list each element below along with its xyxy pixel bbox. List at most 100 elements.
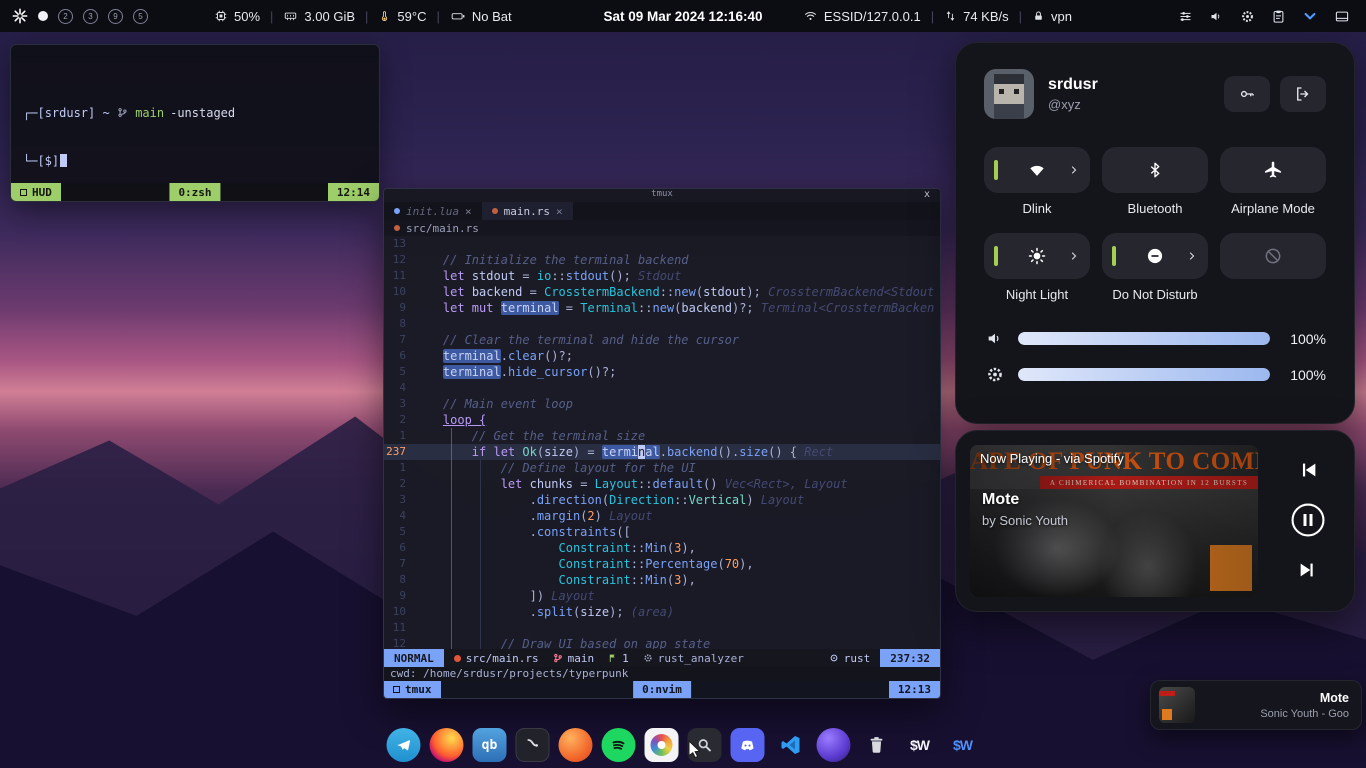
volume-fill xyxy=(1018,332,1270,345)
bluetooth-cell: Bluetooth xyxy=(1102,147,1208,217)
workspace-indicator-2[interactable]: 3 xyxy=(83,9,98,24)
tmux-session-badge[interactable]: tmux xyxy=(384,681,441,698)
tmux-clock: 12:13 xyxy=(898,683,931,696)
thermometer-icon xyxy=(378,9,391,23)
dnd-cell: Do Not Disturb xyxy=(1102,233,1208,303)
distro-logo-icon[interactable] xyxy=(12,8,28,24)
dock-item-qutebrowser[interactable]: qb xyxy=(473,728,507,762)
dock-item-trash[interactable] xyxy=(860,728,894,762)
hud-badge[interactable]: HUD xyxy=(11,183,61,201)
floating-terminal-window[interactable]: ┌─[srdusr] ~ main-unstaged └─[$] -- INSE… xyxy=(10,44,380,202)
git-branch-icon xyxy=(117,107,128,118)
chevron-right-icon[interactable] xyxy=(1068,164,1080,176)
mouse-pointer xyxy=(688,740,703,758)
volume-slider-row: 100% xyxy=(984,329,1326,348)
dock-item-vscode[interactable] xyxy=(774,728,808,762)
workspace-indicator-1[interactable]: 2 xyxy=(58,9,73,24)
wifi-stat[interactable]: ESSID/127.0.0.1 xyxy=(803,9,921,24)
dock-item-firefox[interactable] xyxy=(430,728,464,762)
code-editor[interactable]: 1312 // Initialize the terminal backend1… xyxy=(384,236,940,649)
media-notification[interactable]: Mote Sonic Youth - Goo xyxy=(1150,680,1362,730)
dock-item-photos[interactable] xyxy=(645,728,679,762)
dock-item-orange-app[interactable] xyxy=(559,728,593,762)
discord-icon xyxy=(737,734,759,756)
quick-toggles: Dlink Bluetooth Airplane Mode Night Ligh… xyxy=(984,147,1326,303)
chevron-right-icon[interactable] xyxy=(1186,250,1198,262)
indent-guide xyxy=(451,428,452,649)
qutebrowser-icon: qb xyxy=(482,738,498,753)
vpn-stat[interactable]: vpn xyxy=(1032,9,1072,24)
terminal-status-bar: HUD 0:zsh 12:14 xyxy=(11,183,379,201)
trash-icon xyxy=(866,734,888,756)
gear-icon[interactable] xyxy=(1240,9,1255,24)
mixer-icon[interactable] xyxy=(1178,9,1193,24)
logout-button[interactable] xyxy=(1280,76,1326,112)
buffer-tabbar: init.lua × main.rs × xyxy=(384,202,940,220)
wifi-toggle[interactable] xyxy=(984,147,1090,193)
previous-track-button[interactable] xyxy=(1296,459,1320,484)
brightness-value: 100% xyxy=(1282,367,1326,383)
prompt-line-2: └─[$] xyxy=(23,153,367,169)
night-light-icon xyxy=(1027,246,1047,266)
dock-item-spotify[interactable] xyxy=(602,728,636,762)
dock-item-telegram[interactable] xyxy=(387,728,421,762)
statusline-filetype: rust xyxy=(829,652,871,665)
dock-item-discord[interactable] xyxy=(731,728,765,762)
battery-stat: No Bat xyxy=(450,9,512,24)
keyring-button[interactable] xyxy=(1224,76,1270,112)
window-close-button[interactable]: x xyxy=(924,189,930,200)
workspace-indicator-4[interactable]: 5 xyxy=(133,9,148,24)
tab-main-rs[interactable]: main.rs × xyxy=(482,202,573,220)
terminal-cursor xyxy=(60,154,67,167)
temp-value: 59°C xyxy=(397,9,426,24)
workspace-indicator-3[interactable]: 9 xyxy=(108,9,123,24)
photos-icon xyxy=(651,734,673,756)
chevron-down-icon[interactable] xyxy=(1302,9,1318,24)
telegram-icon xyxy=(394,736,413,755)
blocked-circle-icon xyxy=(1263,246,1283,266)
volume-slider[interactable] xyxy=(1018,332,1270,345)
terminal-output: ┌─[srdusr] ~ main-unstaged └─[$] -- INSE… xyxy=(11,45,379,202)
bluetooth-toggle[interactable] xyxy=(1102,147,1208,193)
separator: | xyxy=(436,9,439,24)
dock-item-purple-browser[interactable] xyxy=(817,728,851,762)
wifi-icon xyxy=(803,9,818,23)
avatar-pixel-art xyxy=(984,69,1034,119)
airplane-mode-toggle[interactable] xyxy=(1220,147,1326,193)
tmux-editor-window[interactable]: tmux x init.lua × main.rs × src/main.rs … xyxy=(383,188,941,699)
statusline-filename: src/main.rs xyxy=(466,652,539,665)
vscode-icon xyxy=(779,733,803,757)
tab-close-icon[interactable]: × xyxy=(465,205,472,218)
layout-tray-icon[interactable] xyxy=(1334,9,1350,24)
night-light-toggle[interactable] xyxy=(984,233,1090,279)
next-track-button[interactable] xyxy=(1296,559,1320,584)
dock-item-terminal-app[interactable] xyxy=(516,728,550,762)
zsh-window-badge[interactable]: 0:zsh xyxy=(169,183,220,201)
workspace-active-dot[interactable] xyxy=(38,11,48,21)
night-light-cell: Night Light xyxy=(984,233,1090,303)
editor-statusline: NORMAL src/main.rs main 1 rust_analyzer … xyxy=(384,649,940,667)
prompt-frame: ┌─[ xyxy=(23,106,45,120)
tab-init-lua[interactable]: init.lua × xyxy=(384,202,482,220)
git-branch-icon xyxy=(553,653,563,663)
brightness-slider[interactable] xyxy=(1018,368,1270,381)
clipboard-icon[interactable] xyxy=(1271,9,1286,24)
chevron-right-icon[interactable] xyxy=(1068,250,1080,262)
album-art: SHAPE OF PUNK TO COME A CHIMERICAL BOMBI… xyxy=(970,445,1258,597)
updown-arrows-icon xyxy=(944,9,957,23)
dock-item-sw-white[interactable]: $W xyxy=(903,728,937,762)
tab-close-icon[interactable]: × xyxy=(556,205,563,218)
do-not-disturb-toggle[interactable] xyxy=(1102,233,1208,279)
disabled-toggle[interactable] xyxy=(1220,233,1326,279)
pause-circle-icon xyxy=(1290,502,1326,538)
clock[interactable]: Sat 09 Mar 2024 12:16:40 xyxy=(603,9,762,24)
top-status-bar: 2 3 9 5 50% | 3.00 GiB | 59°C | No Bat xyxy=(0,0,1366,32)
cursor-position-badge: 237:32 xyxy=(880,649,940,667)
wifi-cell: Dlink xyxy=(984,147,1090,217)
user-handle: @xyz xyxy=(1048,97,1098,112)
pause-button[interactable] xyxy=(1290,502,1326,541)
speaker-icon[interactable] xyxy=(1209,9,1224,24)
tmux-window-badge[interactable]: 0:nvim xyxy=(633,681,691,698)
rust-file-icon xyxy=(492,208,498,214)
dock-item-sw-blue[interactable]: $W xyxy=(946,728,980,762)
